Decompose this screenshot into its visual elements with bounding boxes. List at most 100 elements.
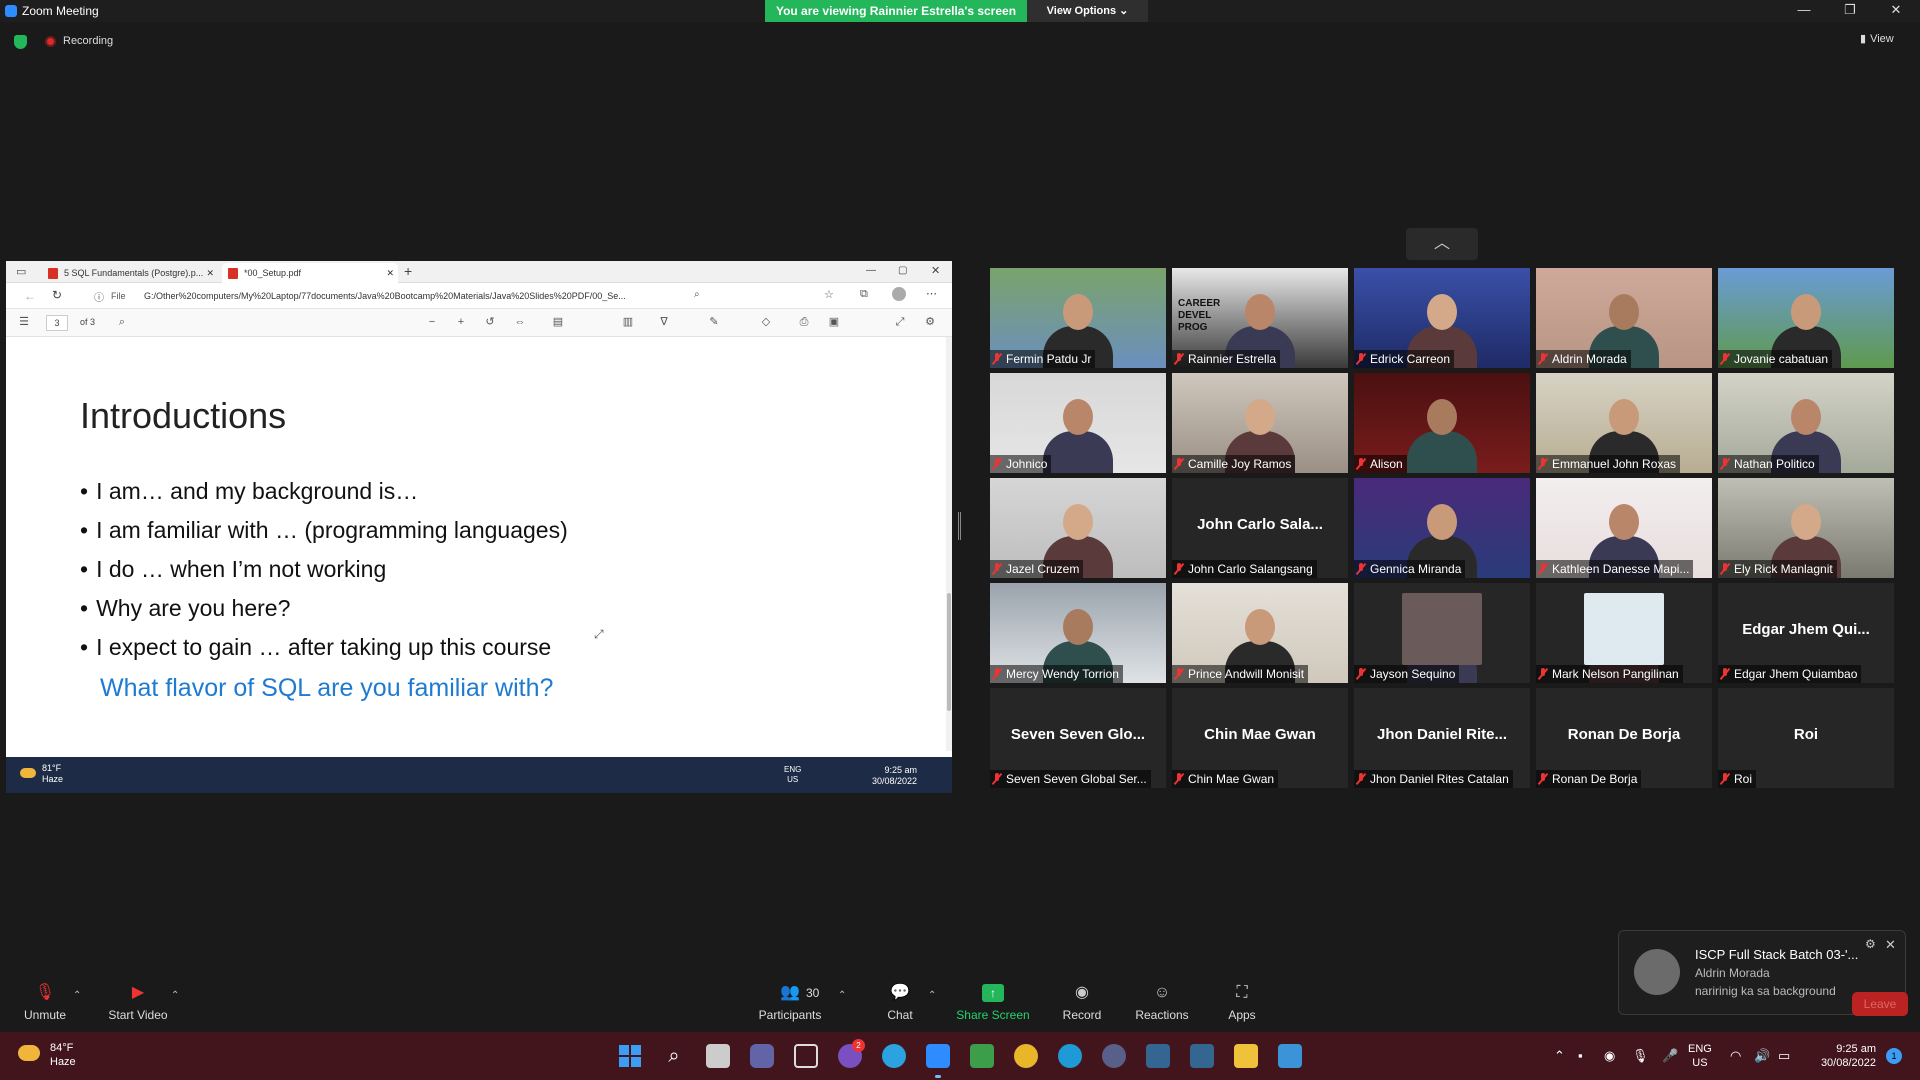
contents-icon[interactable]: ☰ — [18, 316, 30, 328]
chrome-icon[interactable] — [1014, 1044, 1038, 1068]
unmute-button[interactable]: 🎙 Unmute — [0, 980, 90, 1030]
chat-chevron-icon[interactable]: ⌃ — [928, 990, 936, 1001]
participant-tile[interactable]: CAREER DEVEL PROG Rainnier Estrella — [1172, 268, 1348, 368]
close-button[interactable]: ✕ — [1873, 0, 1919, 22]
window-maximize-icon[interactable]: ▢ — [898, 265, 907, 276]
search-icon[interactable]: ⌕ — [662, 1044, 686, 1068]
window-close-icon[interactable]: ✕ — [931, 264, 940, 277]
mic-tray-icon[interactable]: 🎙 — [1632, 1048, 1649, 1064]
participant-tile[interactable]: Mark Nelson Pangilinan — [1536, 583, 1712, 683]
collections-icon[interactable]: ⧉ — [860, 288, 868, 301]
app-disc-icon[interactable] — [1102, 1044, 1126, 1068]
viber-icon[interactable]: 2 — [838, 1039, 865, 1068]
participant-tile[interactable]: Edrick Carreon — [1354, 268, 1530, 368]
participant-tile[interactable]: Nathan Politico — [1718, 373, 1894, 473]
task-view-icon[interactable] — [706, 1044, 730, 1068]
page-view-icon[interactable]: ▤ — [552, 316, 564, 328]
participant-tile[interactable]: Gennica Miranda — [1354, 478, 1530, 578]
volume-icon[interactable]: 🔊 — [1754, 1048, 1770, 1064]
refresh-icon[interactable]: ↻ — [52, 288, 62, 302]
edge-icon[interactable] — [1058, 1044, 1082, 1068]
chevron-up-icon[interactable]: ⌃ — [1554, 1048, 1565, 1064]
eraser-icon[interactable]: ◇ — [760, 316, 772, 328]
security-shield-icon[interactable] — [14, 35, 27, 49]
participant-tile[interactable]: Alison — [1354, 373, 1530, 473]
notepad-icon[interactable] — [970, 1044, 994, 1068]
page-number-input[interactable]: 3 — [46, 315, 68, 331]
scrollbar[interactable] — [946, 337, 952, 751]
participant-tile[interactable]: John Carlo Sala... John Carlo Salangsang — [1172, 478, 1348, 578]
fullscreen-icon[interactable]: ⤢ — [894, 316, 906, 328]
participant-tile[interactable]: Aldrin Morada — [1536, 268, 1712, 368]
rotate-icon[interactable]: ↺ — [484, 316, 496, 328]
participant-tile[interactable]: Roi Roi — [1718, 688, 1894, 788]
two-page-icon[interactable]: ▥ — [622, 316, 634, 328]
pgadmin-icon[interactable] — [1190, 1044, 1214, 1068]
participant-tile[interactable]: Johnico — [990, 373, 1166, 473]
participant-tile[interactable]: Jazel Cruzem — [990, 478, 1166, 578]
favorite-icon[interactable]: ☆ — [824, 288, 834, 301]
participant-tile[interactable]: Edgar Jhem Qui... Edgar Jhem Quiambao — [1718, 583, 1894, 683]
teams-icon[interactable] — [750, 1044, 774, 1068]
participant-tile[interactable]: Fermin Patdu Jr — [990, 268, 1166, 368]
view-button[interactable]: ▮ View — [1860, 32, 1894, 45]
close-icon[interactable]: ✕ — [1885, 937, 1896, 953]
settings-icon[interactable]: ⚙ — [924, 316, 936, 328]
participant-tile[interactable]: Seven Seven Glo... Seven Seven Global Ser… — [990, 688, 1166, 788]
participant-tile[interactable]: Ely Rick Manlagnit — [1718, 478, 1894, 578]
participants-button[interactable]: 👥 Participants — [745, 980, 835, 1030]
app-cube-icon[interactable] — [794, 1044, 818, 1068]
viber-tray-icon[interactable]: ◉ — [1604, 1048, 1615, 1064]
zoom-icon[interactable]: ⌕ — [694, 289, 700, 300]
participant-tile[interactable]: Camille Joy Ramos — [1172, 373, 1348, 473]
close-tab-icon[interactable]: ✕ — [386, 263, 394, 283]
system-clock[interactable]: 9:25 am 30/08/2022 — [1810, 1042, 1876, 1070]
chat-button[interactable]: 💬 Chat — [855, 980, 945, 1030]
panel-splitter[interactable] — [958, 512, 961, 540]
record-button[interactable]: ◉ Record — [1037, 980, 1127, 1030]
highlight-icon[interactable]: ✎ — [708, 316, 720, 328]
participant-tile[interactable]: Jhon Daniel Rite... Jhon Daniel Rites Cat… — [1354, 688, 1530, 788]
participants-chevron-icon[interactable]: ⌃ — [838, 990, 846, 1001]
close-tab-icon[interactable]: ✕ — [206, 263, 214, 283]
participant-tile[interactable]: Kathleen Danesse Mapi... — [1536, 478, 1712, 578]
tab-actions-icon[interactable]: ▭ — [16, 265, 26, 278]
participant-tile[interactable]: Jovanie cabatuan — [1718, 268, 1894, 368]
start-video-button[interactable]: ▶ Start Video — [93, 980, 183, 1030]
battery-icon[interactable]: ▭ — [1778, 1048, 1790, 1064]
search-icon[interactable]: ⌕ — [116, 316, 128, 328]
share-screen-button[interactable]: ↑ Share Screen — [948, 980, 1038, 1030]
new-tab-icon[interactable]: + — [404, 263, 412, 279]
fit-page-icon[interactable]: ⇔ — [514, 316, 526, 328]
wifi-icon[interactable]: ◠ — [1730, 1048, 1741, 1064]
zoom-in-icon[interactable]: + — [455, 316, 467, 328]
zoom-tray-icon[interactable]: ▪ — [1578, 1048, 1583, 1063]
print-icon[interactable]: ⎙ — [798, 316, 810, 328]
collapse-chevron-up-icon[interactable]: ︿ — [1406, 228, 1478, 260]
view-options-button[interactable]: View Options ⌄ — [1027, 0, 1148, 22]
url-field[interactable]: G:/Other%20computers/My%20Laptop/77docum… — [144, 291, 626, 301]
tab-setup-pdf[interactable]: *00_Setup.pdf ✕ — [222, 263, 398, 283]
start-windows-icon[interactable] — [618, 1044, 642, 1068]
microphone-icon[interactable]: 🎤 — [1662, 1048, 1678, 1064]
save-icon[interactable]: ▣ — [828, 316, 840, 328]
back-icon[interactable]: ← — [24, 289, 36, 303]
photos-icon[interactable] — [1278, 1044, 1302, 1068]
reactions-button[interactable]: ☺ Reactions — [1117, 980, 1207, 1030]
participant-tile[interactable]: Jayson Sequino — [1354, 583, 1530, 683]
minimize-button[interactable]: — — [1781, 0, 1827, 22]
video-options-chevron-icon[interactable]: ⌃ — [171, 990, 179, 1001]
file-explorer-icon[interactable] — [1234, 1044, 1258, 1068]
participant-tile[interactable]: Mercy Wendy Torrion — [990, 583, 1166, 683]
participant-tile[interactable]: Prince Andwill Monisit — [1172, 583, 1348, 683]
participant-tile[interactable]: Chin Mae Gwan Chin Mae Gwan — [1172, 688, 1348, 788]
more-icon[interactable]: ⋯ — [926, 287, 937, 300]
participant-tile[interactable]: Ronan De Borja Ronan De Borja — [1536, 688, 1712, 788]
telegram-icon[interactable] — [882, 1044, 906, 1068]
zoom-out-icon[interactable]: − — [426, 316, 438, 328]
maximize-button[interactable]: ❐ — [1827, 0, 1873, 22]
window-minimize-icon[interactable]: — — [866, 265, 876, 276]
zoom-icon[interactable] — [926, 1044, 950, 1068]
notification-count[interactable]: 1 — [1886, 1048, 1902, 1064]
participant-tile[interactable]: Emmanuel John Roxas — [1536, 373, 1712, 473]
